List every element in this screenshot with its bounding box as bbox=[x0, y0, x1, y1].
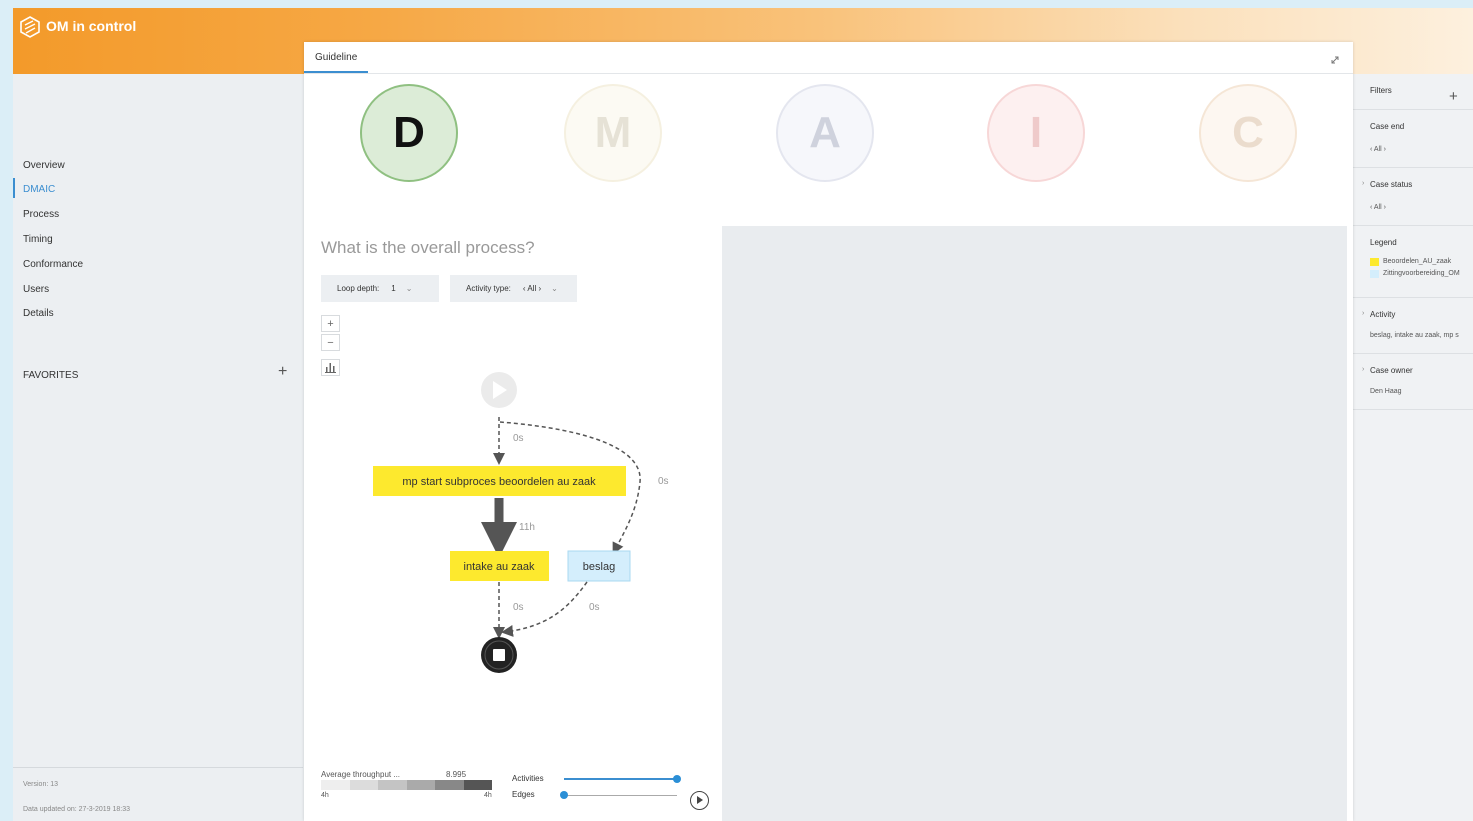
filters-panel: Filters + Case end ‹ All › › Case status… bbox=[1353, 74, 1473, 821]
dmaic-improve-circle[interactable]: I bbox=[987, 84, 1085, 182]
sidebar-item-overview[interactable]: Overview bbox=[23, 160, 65, 171]
activity-node-beslag[interactable]: beslag bbox=[567, 550, 631, 582]
edge-label: 0s bbox=[513, 433, 524, 444]
chevron-right-icon: › bbox=[1362, 366, 1365, 373]
data-updated-text: Data updated on: 27-3-2019 18:33 bbox=[23, 806, 131, 813]
gradient-max-value: 4h bbox=[484, 792, 492, 799]
gradient-min-value: 4h bbox=[321, 792, 329, 799]
sidebar: Overview DMAIC Process Timing Conformanc… bbox=[13, 74, 303, 821]
dmaic-letter: I bbox=[1029, 108, 1043, 157]
dmaic-control-circle[interactable]: C bbox=[1199, 84, 1297, 182]
filter-case-end-title: Case end bbox=[1370, 122, 1405, 131]
filter-activity-value[interactable]: beslag, intake au zaak, mp s bbox=[1370, 332, 1459, 339]
chevron-right-icon: › bbox=[1362, 180, 1365, 187]
filter-activity-title: Activity bbox=[1370, 310, 1396, 319]
legend-swatch bbox=[1370, 258, 1379, 266]
nav-active-indicator bbox=[13, 178, 15, 198]
filter-case-end[interactable]: Case end ‹ All › bbox=[1353, 110, 1473, 168]
app-title: OM in control bbox=[46, 18, 137, 34]
chevron-right-icon: › bbox=[1362, 310, 1365, 317]
filter-case-owner-title: Case owner bbox=[1370, 366, 1413, 375]
edge-label: 0s bbox=[589, 602, 600, 613]
activities-slider-handle[interactable] bbox=[673, 775, 681, 783]
activity-node-label: intake au zaak bbox=[464, 561, 535, 573]
sidebar-item-conformance[interactable]: Conformance bbox=[23, 259, 83, 270]
dmaic-analyze-circle[interactable]: A bbox=[776, 84, 874, 182]
stop-icon bbox=[493, 649, 505, 661]
filter-case-end-value[interactable]: ‹ All › bbox=[1370, 146, 1386, 153]
filter-case-owner-value[interactable]: Den Haag bbox=[1370, 388, 1402, 395]
activities-slider-label: Activities bbox=[512, 774, 544, 783]
activity-node-start-subproces[interactable]: mp start subproces beoordelen au zaak bbox=[373, 466, 626, 496]
add-favorite-button[interactable]: + bbox=[278, 363, 287, 381]
version-text: Version: 13 bbox=[23, 781, 59, 788]
legend-item-label: Beoordelen_AU_zaak bbox=[1383, 258, 1452, 265]
edge-label: 0s bbox=[513, 602, 524, 613]
filters-title: Filters bbox=[1370, 86, 1392, 95]
throughput-gradient-bar bbox=[321, 780, 492, 790]
activity-node-label: beslag bbox=[583, 561, 615, 573]
legend-item-label: Zittingvoorbereiding_OM bbox=[1383, 270, 1460, 277]
add-filter-button[interactable]: + bbox=[1449, 88, 1458, 105]
activities-slider-fill bbox=[564, 778, 677, 780]
activity-node-intake[interactable]: intake au zaak bbox=[450, 551, 549, 581]
filter-case-status[interactable]: › Case status ‹ All › bbox=[1353, 168, 1473, 226]
filter-case-status-title: Case status bbox=[1370, 180, 1413, 189]
guideline-panel: Guideline D M A I C What is the overall … bbox=[304, 42, 1353, 821]
legend-section: Legend Beoordelen_AU_zaak Zittingvoorber… bbox=[1353, 226, 1473, 298]
dmaic-letter: C bbox=[1232, 108, 1264, 157]
edge-label: 11h bbox=[519, 522, 535, 533]
legend-title: Legend bbox=[1370, 238, 1397, 247]
start-node[interactable] bbox=[481, 372, 517, 408]
sidebar-item-dmaic[interactable]: DMAIC bbox=[23, 184, 55, 195]
filters-header: Filters + bbox=[1353, 74, 1473, 110]
sidebar-item-process[interactable]: Process bbox=[23, 209, 59, 220]
sidebar-item-users[interactable]: Users bbox=[23, 284, 49, 295]
sidebar-divider bbox=[13, 767, 303, 768]
detail-view-area bbox=[722, 226, 1347, 821]
app-logo-icon bbox=[20, 16, 40, 38]
legend-swatch bbox=[1370, 270, 1379, 278]
dmaic-letter: A bbox=[809, 108, 841, 157]
edges-slider-handle[interactable] bbox=[560, 791, 568, 799]
process-map: 0s 0s 11h 0s 0s mp start subproces beoor… bbox=[373, 372, 669, 673]
edges-slider-track[interactable] bbox=[564, 795, 677, 796]
filter-case-owner[interactable]: › Case owner Den Haag bbox=[1353, 354, 1473, 410]
activity-node-label: mp start subproces beoordelen au zaak bbox=[402, 476, 596, 488]
filter-case-status-value[interactable]: ‹ All › bbox=[1370, 204, 1386, 211]
sidebar-item-details[interactable]: Details bbox=[23, 308, 54, 319]
sidebar-item-timing[interactable]: Timing bbox=[23, 234, 53, 245]
favorites-heading: FAVORITES bbox=[23, 370, 79, 381]
expand-icon[interactable] bbox=[1329, 54, 1341, 66]
average-throughput-label: Average throughput ... bbox=[321, 770, 401, 779]
edges-slider-label: Edges bbox=[512, 790, 535, 799]
edge-label: 0s bbox=[658, 476, 669, 487]
play-animation-button[interactable] bbox=[690, 791, 709, 810]
end-node[interactable] bbox=[481, 637, 517, 673]
filter-activity[interactable]: › Activity beslag, intake au zaak, mp s bbox=[1353, 298, 1473, 354]
app-window: OM in control Overview DMAIC Process Tim… bbox=[13, 8, 1473, 821]
